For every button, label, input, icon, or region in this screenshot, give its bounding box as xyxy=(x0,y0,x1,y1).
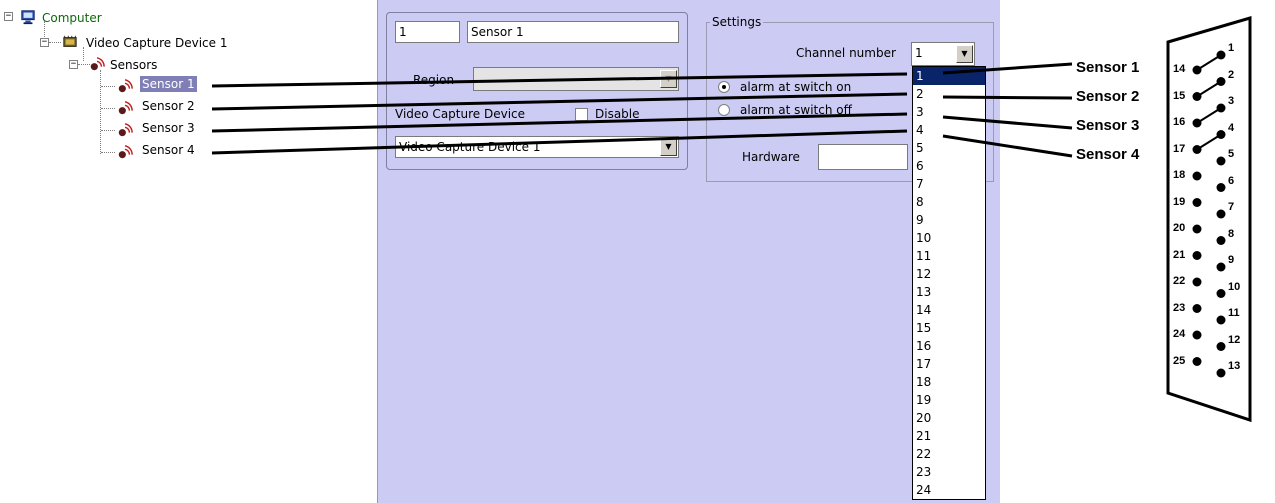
wire-line xyxy=(942,134,1073,158)
wire-line xyxy=(211,112,908,133)
wire-line xyxy=(211,72,908,88)
wire-line xyxy=(942,95,1073,100)
wiring-overlay xyxy=(211,62,1073,158)
wire-line xyxy=(942,115,1073,130)
wire-line xyxy=(211,92,908,111)
wire-line xyxy=(942,62,1073,75)
wire-line xyxy=(211,129,908,155)
